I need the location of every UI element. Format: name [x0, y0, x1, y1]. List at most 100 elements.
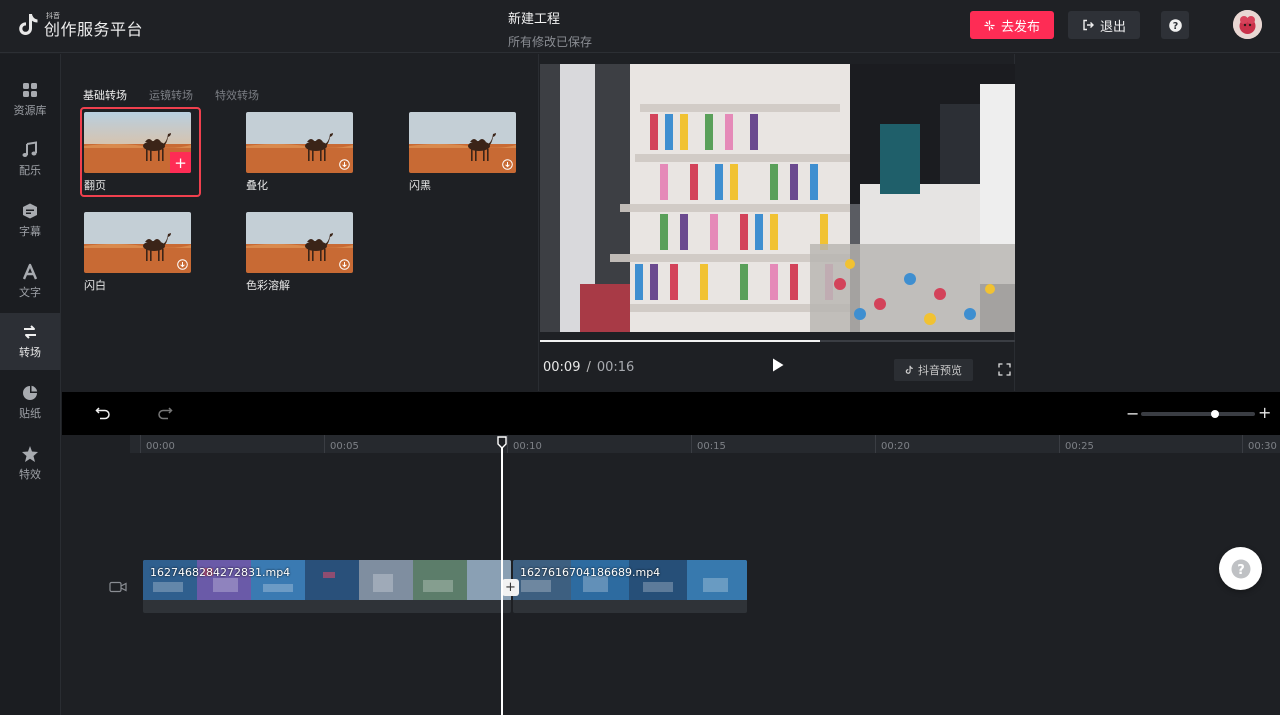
project-info: 新建工程 所有修改已保存	[508, 8, 592, 50]
publish-label: 去发布	[1000, 19, 1040, 35]
zoom-out-button[interactable]: −	[1126, 404, 1139, 423]
undo-icon[interactable]	[95, 405, 111, 421]
tick-mark	[324, 435, 325, 453]
effects-icon	[22, 446, 38, 462]
fullscreen-icon[interactable]	[998, 363, 1011, 376]
tiktok-icon	[905, 365, 913, 374]
preview-panel: 00:09 / 00:16 抖音预览	[538, 54, 1015, 391]
sidebar-item-label: 字幕	[19, 225, 41, 238]
playback-progress[interactable]	[540, 340, 1015, 342]
desert-camel-image	[84, 212, 191, 273]
clip-filename: 1627616704186689.mp4	[520, 566, 661, 579]
tab-camera-transitions[interactable]: 运镜转场	[149, 87, 193, 103]
zoom-slider-handle[interactable]	[1211, 410, 1220, 418]
transition-label: 翻页	[84, 179, 106, 192]
video-clip-2[interactable]: 1627616704186689.mp4	[513, 560, 747, 613]
publish-button[interactable]: 去发布	[970, 11, 1054, 39]
sidebar-item-stickers[interactable]: 贴纸	[0, 374, 60, 431]
sidebar-item-subtitles[interactable]: 字幕	[0, 192, 60, 249]
timeline-toolbar: − +	[62, 392, 1280, 435]
transition-card-color-dissolve[interactable]: 色彩溶解	[246, 212, 354, 293]
tick-label: 00:20	[881, 441, 910, 452]
time-ruler[interactable]: 00:00 00:05 00:10 00:15 00:20 00:25 00:3…	[130, 435, 1280, 453]
transition-label: 闪黑	[409, 179, 431, 192]
play-icon[interactable]	[771, 357, 785, 373]
logo-title: 创作服务平台	[44, 19, 144, 39]
tick-mark	[1059, 435, 1060, 453]
transition-tabs: 基础转场 运镜转场 特效转场	[83, 87, 259, 103]
tab-basic-transitions[interactable]: 基础转场	[83, 87, 127, 103]
logo[interactable]: 抖音 创作服务平台	[18, 12, 143, 38]
transition-card-flash-white[interactable]: 闪白	[84, 212, 192, 293]
svg-text:?: ?	[1237, 563, 1245, 578]
sidebar-item-label: 转场	[19, 346, 41, 359]
clip-audio-waveform	[143, 600, 511, 613]
desert-camel-image	[246, 112, 353, 173]
tick-mark	[691, 435, 692, 453]
tab-effect-transitions[interactable]: 特效转场	[215, 87, 259, 103]
logo-small-text: 抖音	[46, 11, 60, 20]
tick-label: 00:15	[697, 441, 726, 452]
add-transition-between-clips-button[interactable]: +	[502, 579, 519, 596]
transition-thumbnail	[246, 212, 353, 273]
sidebar-item-library[interactable]: 资源库	[0, 71, 60, 128]
tick-label: 00:00	[146, 441, 175, 452]
tick-mark	[1242, 435, 1243, 453]
download-icon[interactable]	[502, 159, 513, 170]
sidebar-item-label: 资源库	[13, 104, 47, 117]
video-track-icon	[109, 581, 127, 593]
tick-mark	[140, 435, 141, 453]
exit-label: 退出	[1099, 19, 1126, 35]
exit-button[interactable]: 退出	[1068, 11, 1140, 39]
add-transition-button[interactable]: +	[170, 152, 191, 173]
video-preview[interactable]	[540, 64, 1015, 332]
zoom-slider[interactable]	[1141, 412, 1255, 416]
progress-fill	[540, 340, 821, 342]
download-icon[interactable]	[177, 259, 188, 270]
sidebar-item-music[interactable]: 配乐	[0, 131, 60, 188]
transition-card-page-flip[interactable]: + 翻页	[84, 112, 192, 193]
transition-card-flash-black[interactable]: 闪黑	[409, 112, 517, 193]
time-separator: /	[586, 360, 591, 375]
grid-icon	[23, 83, 37, 97]
help-button[interactable]: ?	[1161, 11, 1189, 39]
project-title: 新建工程	[508, 12, 561, 27]
music-note-icon	[22, 141, 37, 157]
avatar-image-icon	[1233, 10, 1262, 39]
download-icon[interactable]	[339, 159, 350, 170]
douyin-preview-button[interactable]: 抖音预览	[894, 359, 973, 381]
top-bar: 抖音 创作服务平台 新建工程 所有修改已保存 去发布 退出 ?	[0, 0, 1280, 53]
sidebar-item-transitions[interactable]: 转场	[0, 313, 60, 370]
clip-audio-waveform	[513, 600, 747, 613]
transition-thumbnail: +	[84, 112, 191, 173]
current-time: 00:09	[543, 360, 581, 375]
transition-thumbnail	[246, 112, 353, 173]
transition-thumbnail	[409, 112, 516, 173]
zoom-in-button[interactable]: +	[1258, 403, 1271, 422]
douyin-preview-label: 抖音预览	[918, 364, 962, 377]
floating-help-button[interactable]: ?	[1219, 547, 1262, 590]
tick-label: 00:30	[1248, 441, 1277, 452]
clip-filename: 1627468284272831.mp4	[150, 566, 291, 579]
download-icon[interactable]	[339, 259, 350, 270]
transition-thumbnail	[84, 212, 191, 273]
video-clip-1[interactable]: 1627468284272831.mp4	[143, 560, 511, 613]
sticker-icon	[23, 385, 38, 400]
time-display: 00:09 / 00:16	[543, 360, 634, 375]
save-status: 所有修改已保存	[508, 35, 593, 49]
left-sidebar: 资源库 配乐 字幕 文字 转场 贴纸 特效	[0, 54, 61, 715]
avatar[interactable]	[1233, 10, 1262, 39]
text-icon	[22, 263, 38, 280]
sparkle-icon	[984, 19, 995, 31]
transition-card-dissolve[interactable]: 叠化	[246, 112, 354, 193]
playhead-handle-icon[interactable]	[497, 436, 507, 449]
sidebar-item-label: 文字	[19, 286, 41, 299]
sidebar-item-label: 特效	[19, 468, 41, 481]
logout-icon	[1083, 19, 1094, 31]
transition-label: 色彩溶解	[246, 279, 290, 292]
sidebar-item-effects[interactable]: 特效	[0, 435, 60, 492]
sidebar-item-text[interactable]: 文字	[0, 253, 60, 310]
question-icon: ?	[1231, 559, 1250, 578]
redo-icon[interactable]	[157, 405, 173, 421]
playhead[interactable]	[501, 443, 503, 715]
